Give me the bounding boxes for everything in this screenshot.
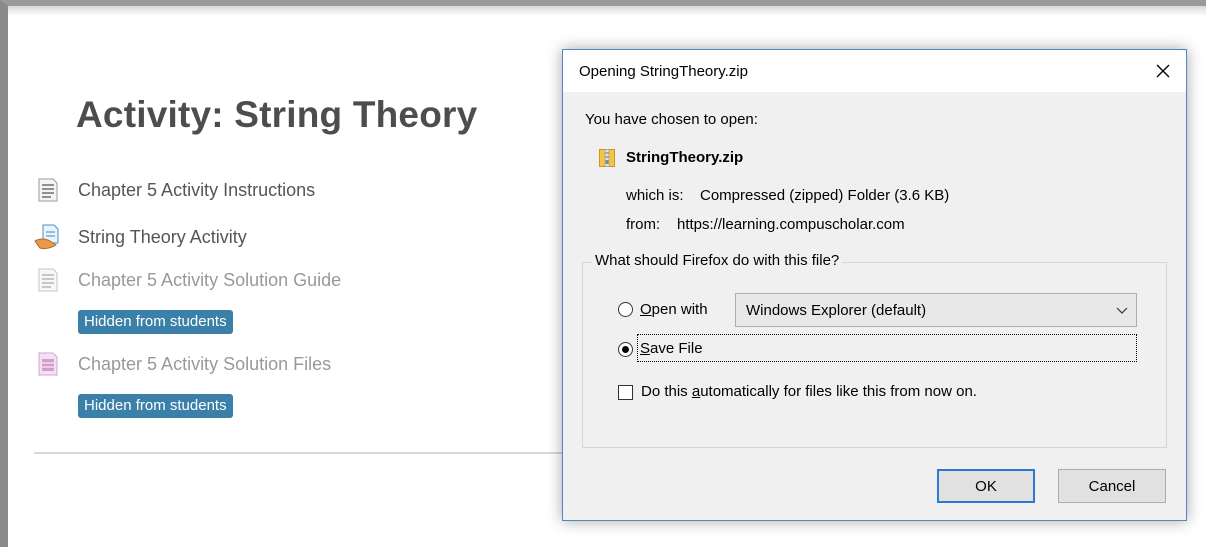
activity-item-instructions[interactable]: Chapter 5 Activity Instructions (34, 175, 315, 205)
cancel-button[interactable]: Cancel (1058, 469, 1166, 503)
which-is-value: Compressed (zipped) Folder (3.6 KB) (700, 187, 950, 204)
ok-button[interactable]: OK (937, 469, 1035, 503)
open-with-radio[interactable] (618, 302, 633, 317)
folder-file-icon (34, 350, 62, 378)
hidden-badge: Hidden from students (78, 394, 233, 418)
auto-label[interactable]: Do this automatically for files like thi… (641, 383, 977, 400)
document-icon (34, 266, 62, 294)
activity-item-label[interactable]: Chapter 5 Activity Solution Guide (78, 270, 341, 291)
page-title: Activity: String Theory (76, 94, 478, 135)
from-value: https://learning.compuscholar.com (677, 216, 905, 233)
dialog-filename: StringTheory.zip (626, 149, 744, 166)
document-icon (34, 176, 62, 204)
assignment-icon (34, 223, 62, 251)
dialog-titlebar[interactable]: Opening StringTheory.zip (563, 50, 1186, 92)
open-with-select[interactable]: Windows Explorer (default) (735, 293, 1137, 327)
from-label: from: (626, 216, 661, 233)
download-dialog: Opening StringTheory.zip You have chosen… (562, 49, 1187, 521)
zip-folder-icon (599, 149, 615, 172)
save-file-focus (637, 334, 1137, 362)
dialog-title: Opening StringTheory.zip (579, 62, 748, 80)
action-question: What should Firefox do with this file? (592, 252, 843, 269)
activity-item-label[interactable]: Chapter 5 Activity Solution Files (78, 354, 331, 375)
activity-item-label[interactable]: Chapter 5 Activity Instructions (78, 180, 315, 201)
open-with-label[interactable]: Open with (640, 301, 708, 318)
close-icon (1156, 64, 1170, 78)
save-file-label[interactable]: Save File (640, 340, 703, 357)
section-divider (34, 452, 574, 454)
dialog-intro: You have chosen to open: (585, 111, 758, 128)
chevron-down-icon (1116, 303, 1128, 321)
hidden-badge: Hidden from students (78, 310, 233, 334)
activity-item-solution-guide[interactable]: Chapter 5 Activity Solution Guide (34, 265, 341, 295)
activity-item-string-theory[interactable]: String Theory Activity (34, 222, 247, 252)
open-with-app: Windows Explorer (default) (746, 301, 927, 319)
which-is-label: which is: (626, 187, 684, 204)
activity-item-label[interactable]: String Theory Activity (78, 227, 247, 248)
save-file-radio[interactable] (618, 342, 633, 357)
auto-checkbox[interactable] (618, 385, 633, 400)
close-button[interactable] (1140, 50, 1186, 92)
activity-item-solution-files[interactable]: Chapter 5 Activity Solution Files (34, 349, 331, 379)
